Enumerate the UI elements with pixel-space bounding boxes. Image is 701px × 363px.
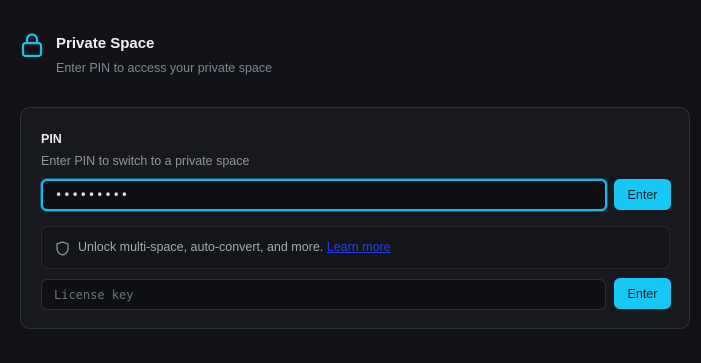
pin-enter-button[interactable]: Enter [614, 179, 671, 210]
license-key-input[interactable] [41, 279, 606, 310]
pin-input[interactable] [41, 179, 607, 211]
shield-icon [56, 241, 69, 256]
lock-icon [21, 33, 43, 58]
page-subtitle: Enter PIN to access your private space [56, 61, 273, 75]
pin-label: PIN [41, 132, 62, 146]
pin-description: Enter PIN to switch to a private space [41, 154, 250, 168]
page-title: Private Space [56, 35, 155, 52]
license-enter-button[interactable]: Enter [614, 278, 671, 309]
notice-text-wrapper: Unlock multi-space, auto-convert, and mo… [78, 240, 391, 254]
page-header: Private Space Enter PIN to access your p… [0, 0, 701, 90]
pin-card: PIN Enter PIN to switch to a private spa… [20, 107, 690, 329]
learn-more-link[interactable]: Learn more [327, 240, 391, 254]
private-space-page: Private Space Enter PIN to access your p… [0, 0, 701, 363]
upgrade-notice: Unlock multi-space, auto-convert, and mo… [41, 226, 670, 269]
notice-text: Unlock multi-space, auto-convert, and mo… [78, 240, 327, 254]
